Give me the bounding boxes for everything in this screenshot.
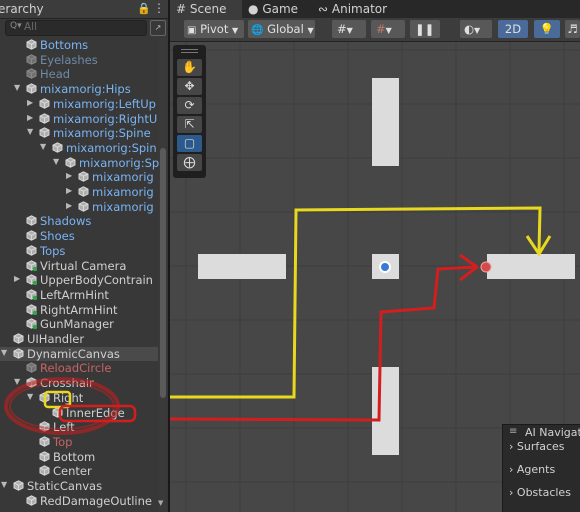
sphere-icon: ◐ xyxy=(464,22,475,36)
yellow-arrow-annotation xyxy=(170,206,542,399)
pivot-handle[interactable] xyxy=(379,261,391,273)
chevron-down-icon: ▼ xyxy=(307,26,314,35)
tools-overlay: ✋ ✥ ⟳ ⇱ ▢ ⨁ xyxy=(173,45,206,178)
scale-tool-icon[interactable]: ⇱ xyxy=(177,116,202,133)
scene-toolbar: ▣ Pivot ▼ 🌐 Global ▼ #▼ #▼ ❚❚ ◐▼ 2D 💡 ♬ xyxy=(170,18,580,42)
nav-item-agents[interactable]: › Agents xyxy=(509,463,555,476)
crosshair-top-bar[interactable] xyxy=(372,78,399,166)
grid-settings-icon: # xyxy=(376,22,386,36)
pivot-dropdown[interactable]: ▣ Pivot ▼ xyxy=(184,20,244,38)
tab-game[interactable]: ● Game xyxy=(248,0,314,18)
2d-toggle-label: 2D xyxy=(504,22,522,36)
red-box-annotation xyxy=(58,404,137,423)
chevron-right-icon: › xyxy=(509,440,514,453)
scene-viewport[interactable]: ✋ ✥ ⟳ ⇱ ▢ ⨁ ≡ AI Navigat › Surfaces › Ag… xyxy=(170,42,580,512)
hash-icon: # xyxy=(176,2,187,16)
menu-icon[interactable]: ≡ xyxy=(509,426,517,437)
tab-game-label: Game xyxy=(262,2,299,16)
increment-snap-button[interactable]: ❚❚ xyxy=(410,20,440,38)
transform-tool-icon[interactable]: ⨁ xyxy=(177,154,202,171)
chevron-right-icon: › xyxy=(509,463,514,476)
grid-settings-button[interactable]: #▼ xyxy=(371,20,405,38)
globe-icon: 🌐 xyxy=(251,25,264,36)
tab-scene[interactable]: # Scene xyxy=(170,0,242,18)
crosshair-bottom-bar[interactable] xyxy=(372,367,399,455)
draw-mode-dropdown[interactable]: ◐▼ xyxy=(460,20,492,38)
tab-animator-label: Animator xyxy=(331,2,388,16)
lighting-toggle-button[interactable]: 💡 xyxy=(534,20,560,38)
animator-icon: ∾ xyxy=(318,2,329,16)
rect-tool-icon[interactable]: ▢ xyxy=(177,135,202,152)
chevron-down-icon: ▼ xyxy=(232,26,239,35)
scene-panel: # Scene ● Game ∾ Animator ▣ Pivot ▼ 🌐 Gl… xyxy=(170,0,580,512)
nav-item-surfaces[interactable]: › Surfaces xyxy=(509,440,565,453)
ai-navigation-title: AI Navigat xyxy=(525,426,580,439)
lightbulb-icon: 💡 xyxy=(539,22,555,36)
grid-snap-button[interactable]: #▼ xyxy=(332,20,366,38)
audio-toggle-button[interactable]: ♬ xyxy=(565,20,580,38)
chevron-down-icon: ▼ xyxy=(346,26,353,35)
chevron-down-icon: ▼ xyxy=(474,26,481,35)
scene-tab-bar: # Scene ● Game ∾ Animator xyxy=(170,0,580,18)
snap-icon: ❚❚ xyxy=(415,22,435,36)
global-dropdown[interactable]: 🌐 Global ▼ xyxy=(248,20,315,38)
rotate-tool-icon[interactable]: ⟳ xyxy=(177,97,202,114)
hand-tool-icon[interactable]: ✋ xyxy=(177,59,202,76)
2d-toggle-button[interactable]: 2D xyxy=(498,20,528,38)
ai-navigation-panel: ≡ AI Navigat › Surfaces › Agents › Obsta… xyxy=(502,424,580,512)
anchor-handle[interactable] xyxy=(480,261,492,273)
chevron-right-icon: › xyxy=(509,486,514,499)
pivot-icon: ▣ xyxy=(187,25,197,36)
audio-icon: ♬ xyxy=(567,22,578,36)
hierarchy-annotation-layer xyxy=(4,377,137,435)
pivot-label: Pivot xyxy=(200,22,229,36)
global-label: Global xyxy=(267,22,304,36)
grid-icon: # xyxy=(337,22,347,36)
move-tool-icon[interactable]: ✥ xyxy=(177,78,202,95)
gamepad-icon: ● xyxy=(248,2,259,16)
crosshair-left-bar[interactable] xyxy=(198,254,286,279)
crosshair-right-bar[interactable] xyxy=(487,254,575,279)
nav-item-obstacles[interactable]: › Obstacles xyxy=(509,486,571,499)
chevron-down-icon: ▼ xyxy=(385,26,392,35)
tab-animator[interactable]: ∾ Animator xyxy=(318,0,398,18)
tab-scene-label: Scene xyxy=(189,2,227,16)
